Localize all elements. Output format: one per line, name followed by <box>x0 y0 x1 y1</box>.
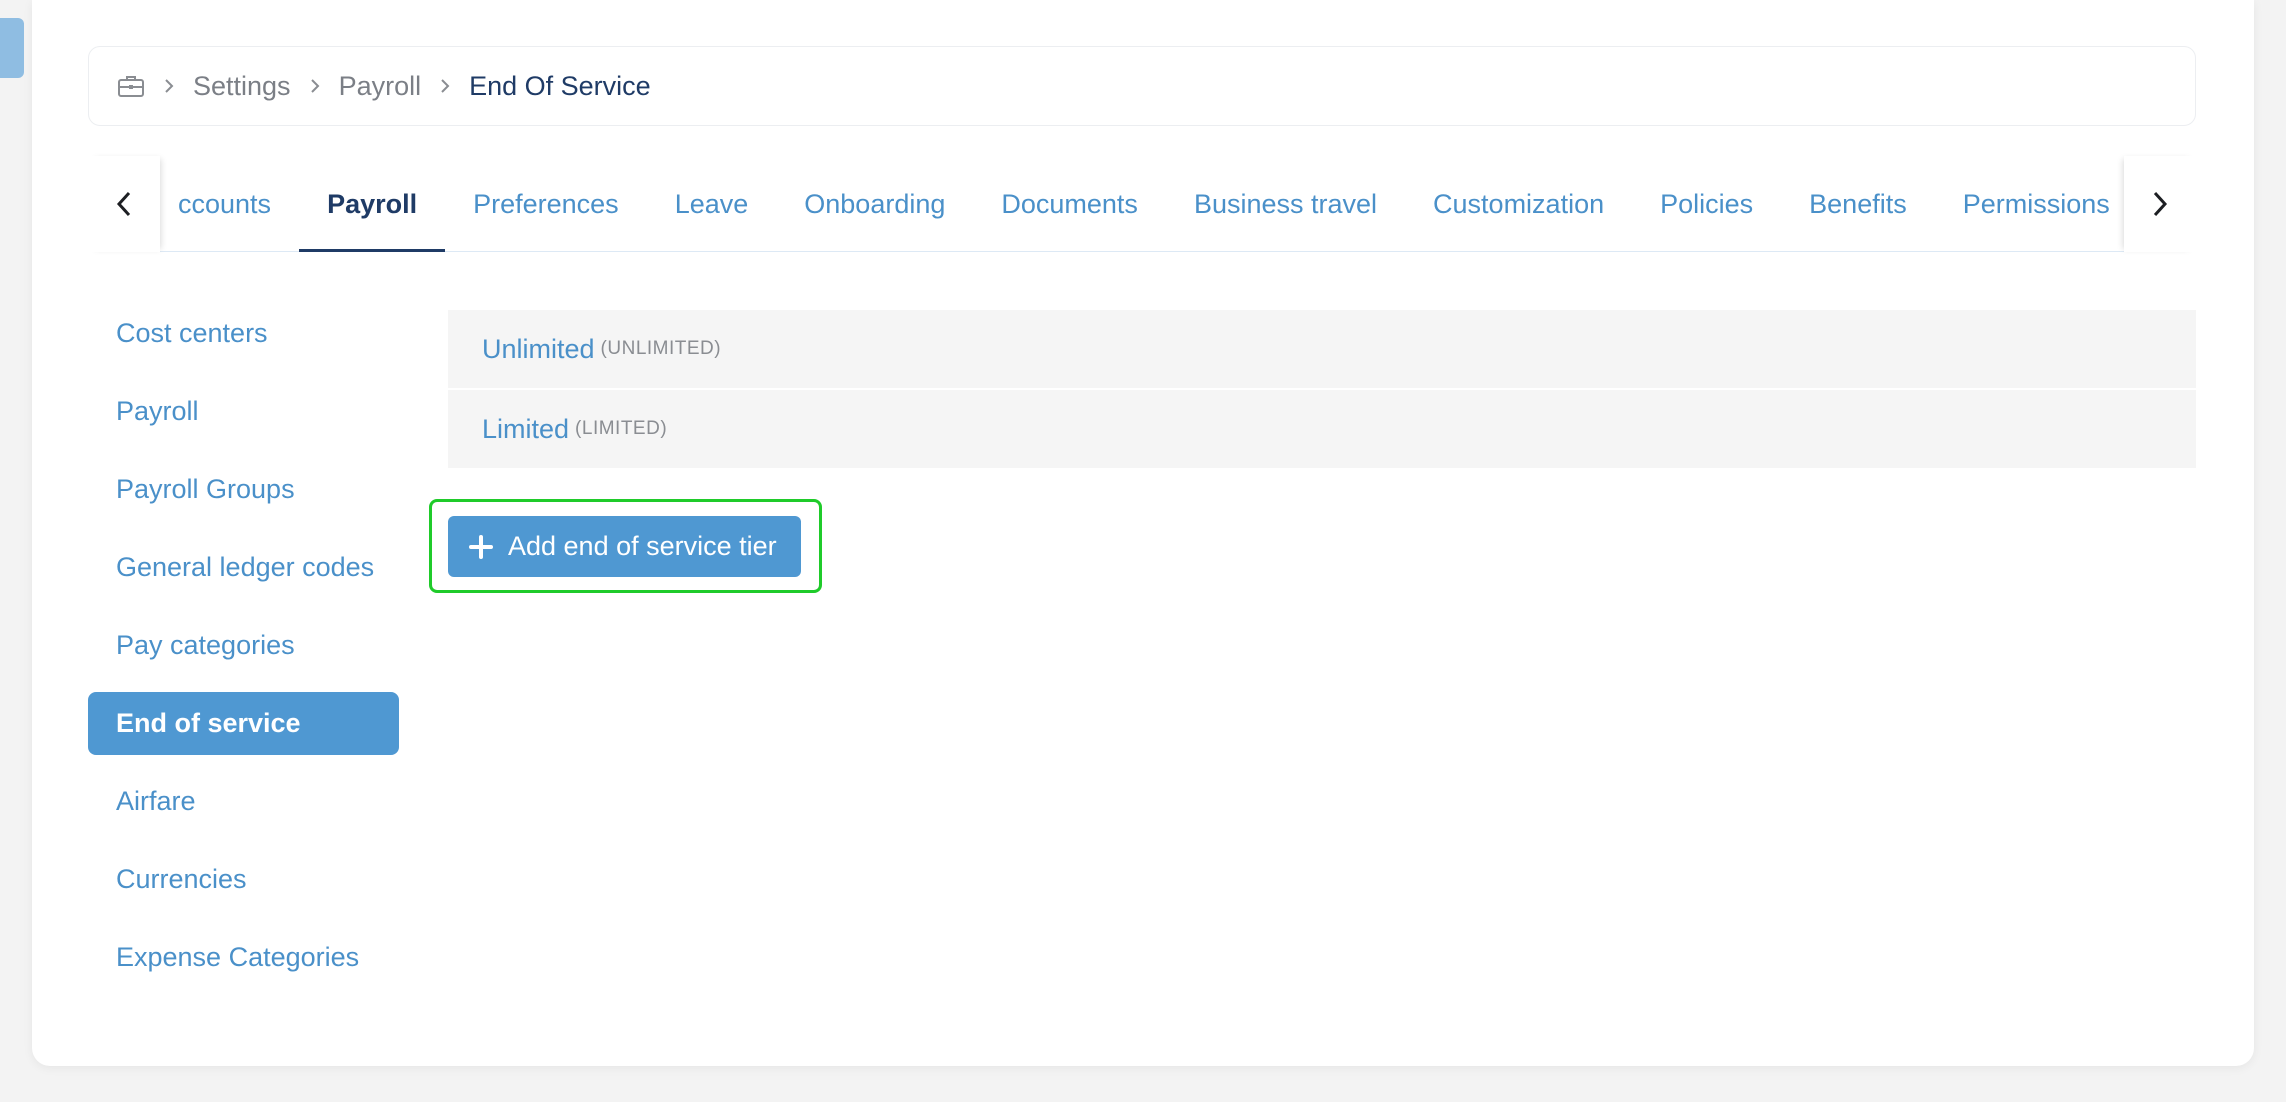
tab-accounts[interactable]: ccounts <box>160 156 299 252</box>
tab-preferences[interactable]: Preferences <box>445 156 647 252</box>
tab-payroll[interactable]: Payroll <box>299 156 446 252</box>
add-end-of-service-tier-button[interactable]: Add end of service tier <box>448 516 801 577</box>
tab-permissions[interactable]: Permissions <box>1935 156 2124 252</box>
tab-customization[interactable]: Customization <box>1405 156 1632 252</box>
tab-business-travel[interactable]: Business travel <box>1166 156 1405 252</box>
chevron-left-icon <box>115 190 133 218</box>
tab-strip: ccounts Payroll Preferences Leave Onboar… <box>160 156 2124 252</box>
sidebar-item-general-ledger-codes[interactable]: General ledger codes <box>88 536 399 599</box>
tier-name[interactable]: Limited <box>482 414 569 445</box>
tier-row-limited[interactable]: Limited (LIMITED) <box>448 390 2196 470</box>
briefcase-icon[interactable] <box>117 74 145 98</box>
chevron-right-icon <box>2151 190 2169 218</box>
tabs-scroll-left-button[interactable] <box>88 156 160 252</box>
sidebar-item-payroll[interactable]: Payroll <box>88 380 399 443</box>
tab-benefits[interactable]: Benefits <box>1781 156 1935 252</box>
tab-leave[interactable]: Leave <box>647 156 777 252</box>
tier-code: (LIMITED) <box>575 418 668 439</box>
breadcrumb-item-payroll[interactable]: Payroll <box>339 71 422 102</box>
chevron-right-icon <box>309 77 321 95</box>
tab-documents[interactable]: Documents <box>973 156 1166 252</box>
sidebar-item-currencies[interactable]: Currencies <box>88 848 399 911</box>
tier-code: (UNLIMITED) <box>600 338 722 359</box>
sidebar-item-expense-categories[interactable]: Expense Categories <box>88 926 399 989</box>
tabs-scroll-right-button[interactable] <box>2124 156 2196 252</box>
payroll-sidebar: Cost centers Payroll Payroll Groups Gene… <box>88 302 399 1004</box>
breadcrumb-current: End Of Service <box>469 70 651 101</box>
settings-tabs: ccounts Payroll Preferences Leave Onboar… <box>88 156 2196 252</box>
tier-name[interactable]: Unlimited <box>482 334 595 365</box>
sidebar-item-end-of-service[interactable]: End of service <box>88 692 399 755</box>
add-button-label: Add end of service tier <box>508 531 777 561</box>
breadcrumb-item-settings[interactable]: Settings <box>193 71 291 102</box>
plus-icon <box>468 534 494 560</box>
side-panel-handle[interactable] <box>0 18 24 78</box>
sidebar-item-pay-categories[interactable]: Pay categories <box>88 614 399 677</box>
tier-row-unlimited[interactable]: Unlimited (UNLIMITED) <box>448 310 2196 390</box>
chevron-right-icon <box>439 77 451 95</box>
sidebar-item-cost-centers[interactable]: Cost centers <box>88 302 399 365</box>
sidebar-item-payroll-groups[interactable]: Payroll Groups <box>88 458 399 521</box>
sidebar-item-airfare[interactable]: Airfare <box>88 770 399 833</box>
tab-policies[interactable]: Policies <box>1632 156 1781 252</box>
breadcrumb: Settings Payroll End Of Service <box>88 46 2196 126</box>
chevron-right-icon <box>163 77 175 95</box>
end-of-service-tiers: Unlimited (UNLIMITED) Limited (LIMITED) <box>448 310 2196 470</box>
tab-onboarding[interactable]: Onboarding <box>776 156 973 252</box>
